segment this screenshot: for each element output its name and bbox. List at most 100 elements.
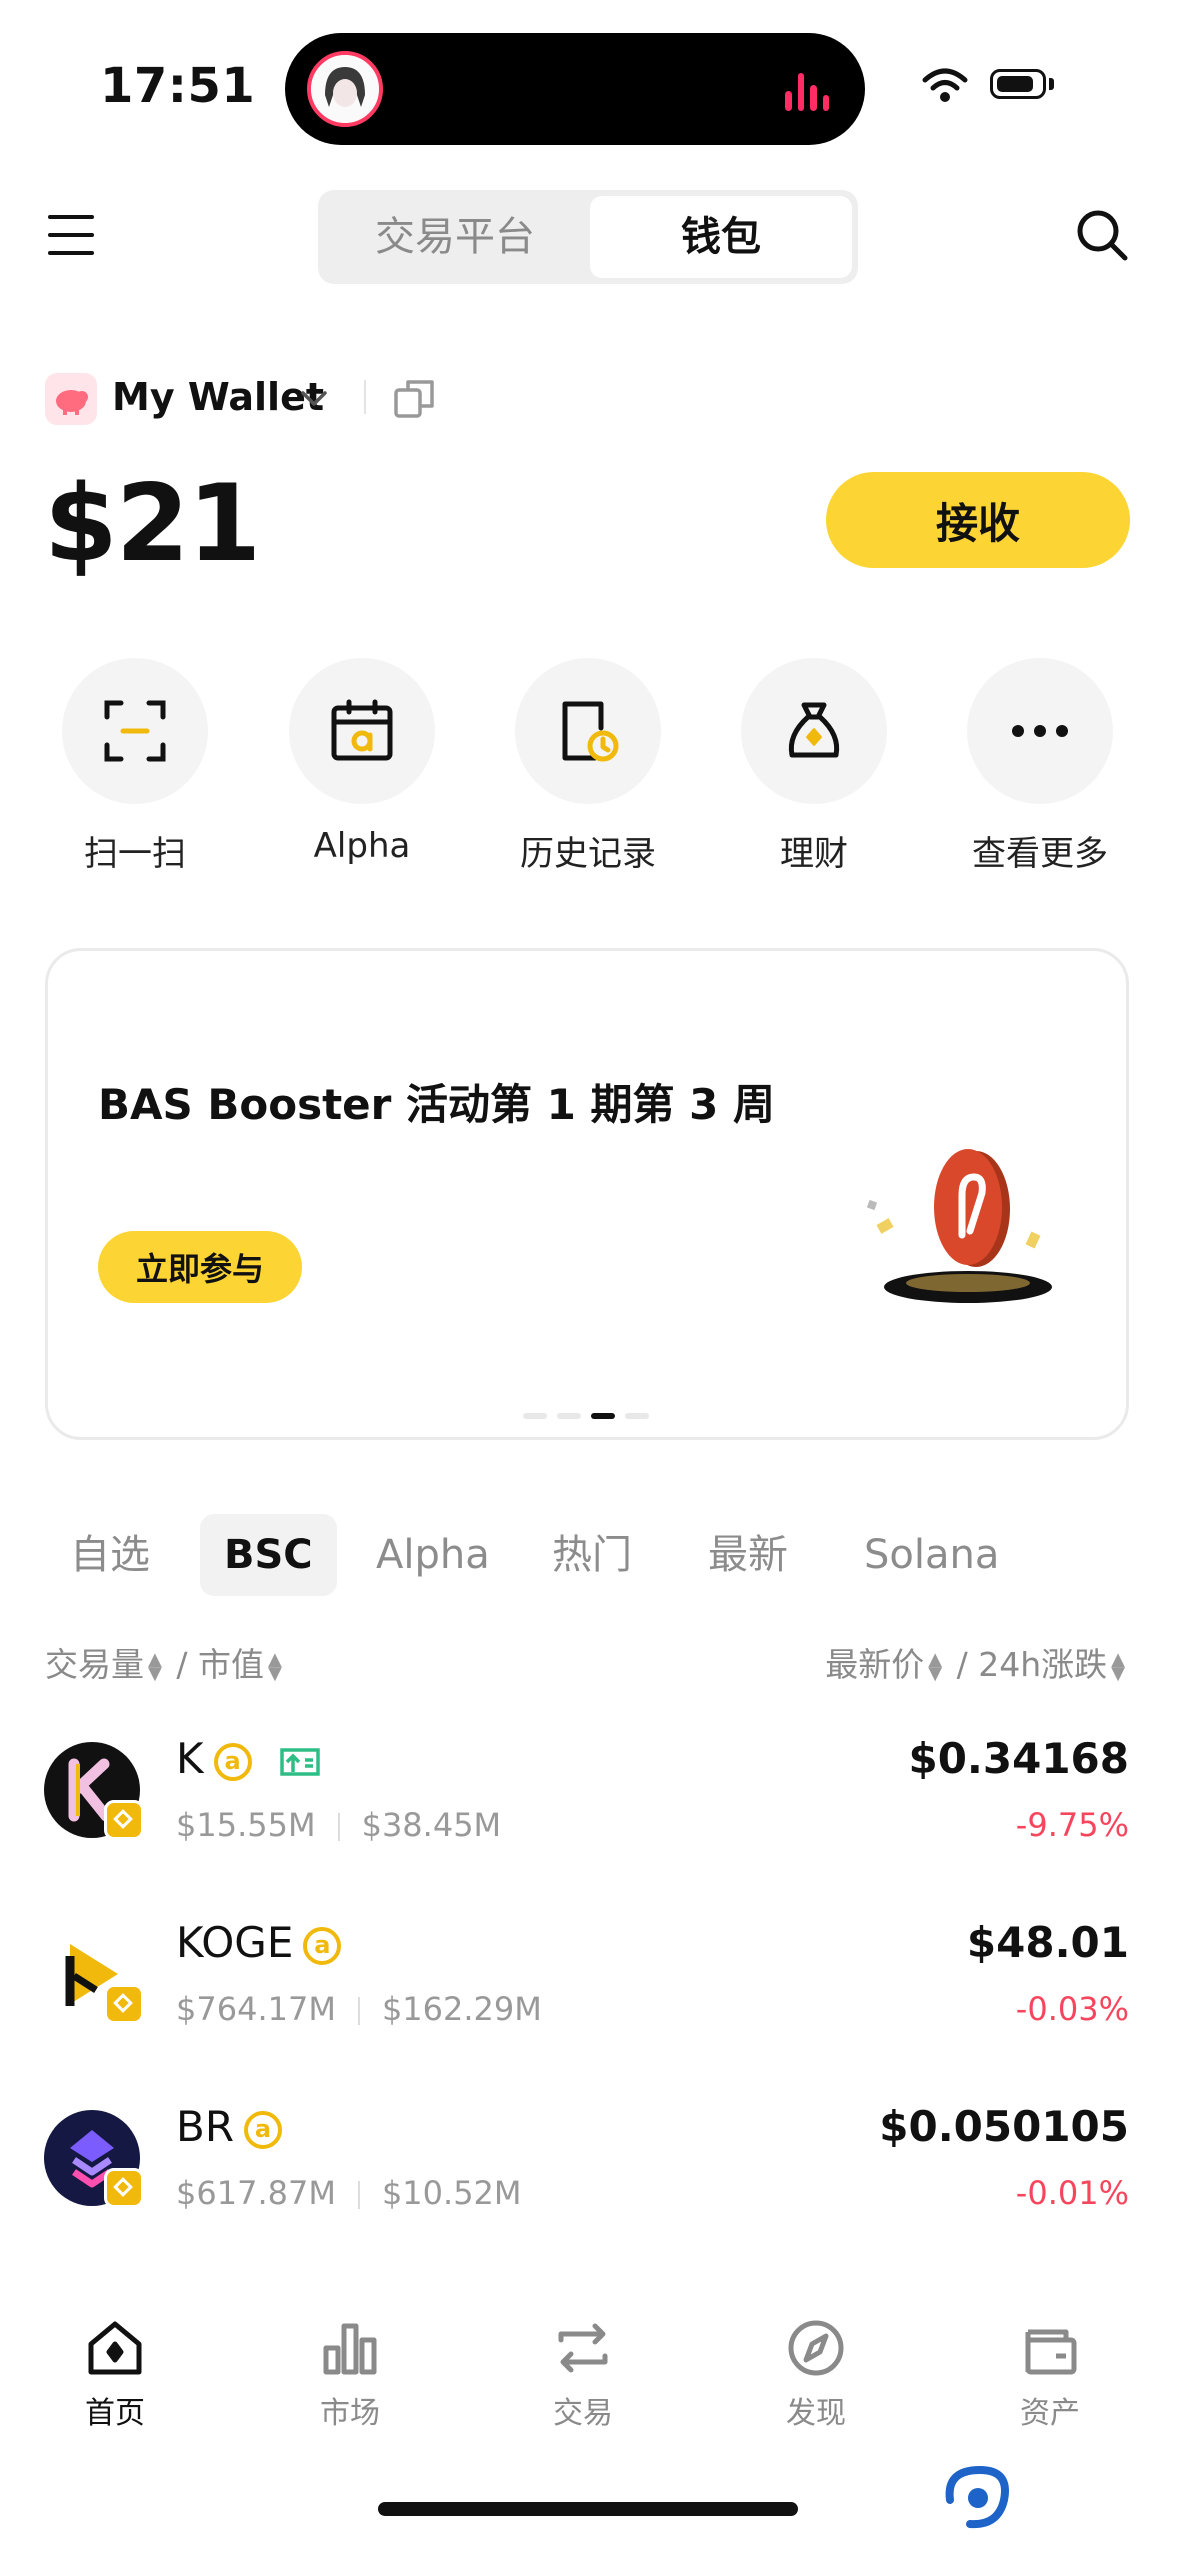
token-change: -0.03% <box>1015 1990 1129 2028</box>
home-indicator <box>378 2502 798 2516</box>
battery-icon <box>990 69 1046 99</box>
history-icon <box>515 658 661 804</box>
sort-arrows-icon[interactable]: ▲ ▼ <box>928 1650 942 1682</box>
token-change: -0.01% <box>1015 2174 1129 2212</box>
token-stats: $764.17M $162.29M <box>176 1990 542 2028</box>
trade-icon <box>558 2323 608 2373</box>
wallet-screen: 17:51 交易平台 钱包 My Wallet $21 接收 扫一扫 Alpha… <box>0 0 1179 2556</box>
wifi-icon <box>922 68 968 102</box>
tab-wallet[interactable]: 钱包 <box>590 196 852 278</box>
dynamic-island[interactable] <box>285 33 865 145</box>
nav-assets[interactable]: 资产 <box>975 2318 1125 2432</box>
token-price: $0.050105 <box>879 2102 1129 2151</box>
token-volume: $617.87M <box>176 2174 336 2212</box>
sort-change[interactable]: 24h涨跌 <box>978 1645 1107 1684</box>
nav-label: 市场 <box>320 2396 380 2431</box>
bnb-chain-badge-icon <box>104 2168 144 2208</box>
chevron-down-icon[interactable] <box>300 390 328 408</box>
nav-label: 资产 <box>1020 2396 1080 2431</box>
wallet-name[interactable]: My Wallet <box>112 375 324 419</box>
alpha-badge-icon: a <box>303 1926 342 1965</box>
market-icon <box>323 2323 377 2375</box>
quick-action-label: 扫一扫 <box>84 834 186 874</box>
quick-action-more[interactable]: 查看更多 <box>960 658 1120 875</box>
home-icon <box>88 2321 142 2375</box>
now-playing-avatar <box>307 51 383 127</box>
tab-exchange[interactable]: 交易平台 <box>324 196 586 278</box>
search-icon[interactable] <box>1075 208 1129 262</box>
sort-slash: / <box>956 1645 968 1684</box>
token-symbol: BR a <box>176 2102 282 2151</box>
status-time: 17:51 <box>100 58 256 114</box>
token-row[interactable]: BR a $617.87M $10.52M $0.050105 -0.01% <box>0 2086 1179 2236</box>
piggy-bank-icon <box>45 373 97 425</box>
nav-label: 交易 <box>553 2396 613 2431</box>
sort-arrows-icon[interactable]: ▲ ▼ <box>1111 1650 1125 1682</box>
sort-arrows-icon[interactable]: ▲ ▼ <box>268 1650 282 1682</box>
token-market-cap: $38.45M <box>361 1806 502 1844</box>
sort-price[interactable]: 最新价 <box>825 1645 924 1684</box>
divider <box>364 380 366 414</box>
token-row[interactable]: Ka $15.55M $38.45M $0.34168 -9.75% <box>0 1718 1179 1868</box>
watermark-logo <box>945 2465 1009 2529</box>
nav-label: 首页 <box>85 2396 145 2431</box>
quick-action-alpha[interactable]: Alpha <box>282 658 442 866</box>
sort-volume[interactable]: 交易量 <box>45 1645 144 1684</box>
banner-title: BAS Booster 活动第 1 期第 3 周 <box>98 1080 775 1129</box>
token-symbol: Ka <box>176 1734 321 1783</box>
tab-new[interactable]: 最新 <box>684 1514 812 1596</box>
sort-left: 交易量 ▲ ▼ / 市值 ▲ ▼ <box>45 1638 286 1686</box>
discover-icon <box>788 2320 844 2376</box>
booster-coin-illustration <box>866 1149 1052 1303</box>
token-stats: $15.55M $38.45M <box>176 1806 501 1844</box>
receive-button[interactable]: 接收 <box>826 472 1130 568</box>
nav-discover[interactable]: 发现 <box>741 2318 891 2432</box>
battery-cap <box>1049 78 1054 90</box>
scan-icon <box>62 658 208 804</box>
transfer-tag-icon <box>280 1747 320 1776</box>
join-now-button[interactable]: 立即参与 <box>98 1231 302 1303</box>
mode-switcher: 交易平台 钱包 <box>318 190 858 284</box>
sort-market-cap[interactable]: 市值 <box>198 1645 264 1684</box>
quick-action-label: 历史记录 <box>520 834 656 874</box>
quick-action-label: 理财 <box>780 834 848 874</box>
menu-icon[interactable] <box>48 215 94 255</box>
alpha-badge-icon: a <box>213 1742 252 1781</box>
token-market-cap: $10.52M <box>381 2174 522 2212</box>
tab-alpha[interactable]: Alpha <box>352 1514 514 1596</box>
token-volume: $764.17M <box>176 1990 336 2028</box>
tab-solana[interactable]: Solana <box>840 1514 1023 1596</box>
wallet-balance: $21 <box>44 462 261 585</box>
banner-pagination <box>523 1413 649 1419</box>
quick-action-label: Alpha <box>313 826 411 866</box>
token-price: $48.01 <box>966 1918 1129 1967</box>
quick-action-scan[interactable]: 扫一扫 <box>55 658 215 875</box>
token-symbol: KOGE a <box>176 1918 342 1967</box>
quick-action-earn[interactable]: 理财 <box>734 658 894 875</box>
nav-market[interactable]: 市场 <box>275 2318 425 2432</box>
copy-icon[interactable] <box>392 376 436 420</box>
audio-bars-icon <box>785 69 829 111</box>
nav-trade[interactable]: 交易 <box>508 2318 658 2432</box>
quick-action-label: 查看更多 <box>972 834 1108 874</box>
assets-icon <box>1025 2329 1077 2375</box>
sort-right: 最新价 ▲ ▼ / 24h涨跌 ▲ ▼ <box>825 1638 1129 1686</box>
promo-banner[interactable]: BAS Booster 活动第 1 期第 3 周 立即参与 <box>45 948 1129 1440</box>
sort-arrows-icon[interactable]: ▲ ▼ <box>148 1650 162 1682</box>
tab-favorites[interactable]: 自选 <box>46 1514 174 1596</box>
more-icon <box>967 658 1113 804</box>
nav-home[interactable]: 首页 <box>40 2318 190 2432</box>
tab-bsc[interactable]: BSC <box>200 1514 337 1596</box>
bnb-chain-badge-icon <box>104 1800 144 1840</box>
sort-slash: / <box>176 1645 188 1684</box>
earn-bag-icon <box>741 658 887 804</box>
nav-label: 发现 <box>786 2396 846 2431</box>
tab-hot[interactable]: 热门 <box>528 1514 656 1596</box>
token-price: $0.34168 <box>908 1734 1129 1783</box>
quick-action-history[interactable]: 历史记录 <box>508 658 668 875</box>
token-change: -9.75% <box>1015 1806 1129 1844</box>
alpha-badge-icon: a <box>244 2110 282 2149</box>
token-market-cap: $162.29M <box>381 1990 542 2028</box>
token-volume: $15.55M <box>176 1806 316 1844</box>
token-row[interactable]: KOGE a $764.17M $162.29M $48.01 -0.03% <box>0 1902 1179 2052</box>
